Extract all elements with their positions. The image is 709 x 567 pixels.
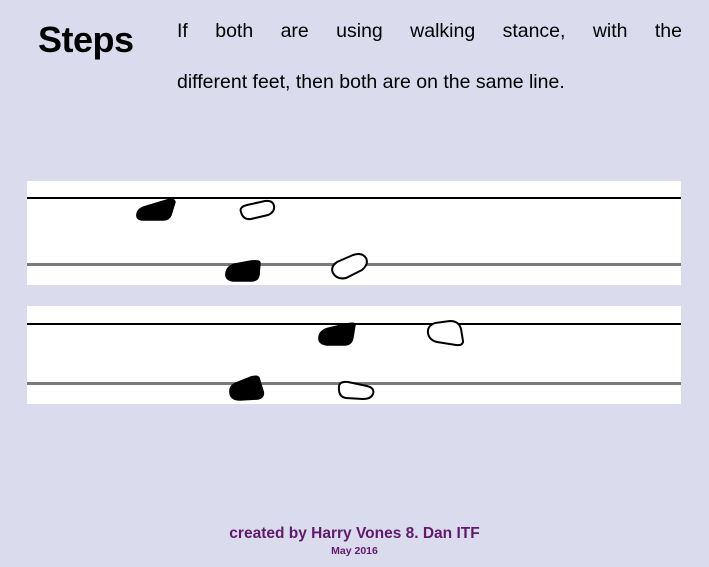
panel-2-left-partner-front-foot: [316, 322, 358, 349]
footer-date: May 2016: [331, 545, 378, 558]
stance-panel-1: [27, 181, 681, 285]
slide-header: Steps If both are using walking stance, …: [0, 0, 709, 110]
stance-panel-2: [27, 306, 681, 404]
panel-1-right-partner-back-foot: [329, 253, 371, 281]
footer-credit: created by Harry Vones 8. Dan ITF: [229, 525, 480, 542]
panel-2-right-partner-back-foot: [335, 380, 377, 402]
panel-1-back-line: [27, 263, 681, 266]
slide-body-line-1: If both are using walking stance, with t…: [177, 20, 682, 42]
panel-1-right-partner-front-foot: [235, 199, 277, 222]
panel-2-left-partner-back-foot: [225, 375, 267, 402]
page-title: Steps: [38, 19, 134, 60]
panel-2-back-line: [27, 382, 681, 385]
slide-body-line-2: different feet, then both are on the sam…: [177, 71, 565, 94]
panel-2-right-partner-front-foot: [425, 320, 467, 348]
slide-body-text: If both are using walking stance, with t…: [177, 19, 682, 96]
slide-footer: created by Harry Vones 8. Dan ITF May 20…: [0, 524, 709, 559]
panel-1-left-partner-back-foot: [223, 260, 263, 284]
panel-2-front-line: [27, 323, 681, 325]
panel-1-front-line: [27, 197, 681, 199]
panel-1-left-partner-front-foot: [133, 198, 177, 224]
